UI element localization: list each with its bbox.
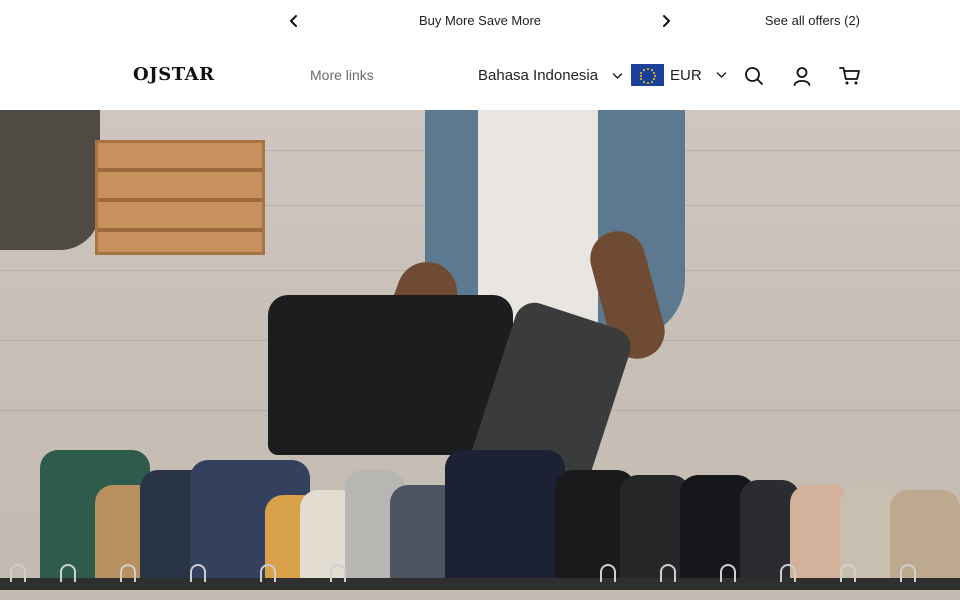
cart-button[interactable] [837,63,863,89]
chevron-down-icon [716,72,726,78]
store-logo[interactable]: OJSTAR [133,64,215,85]
eu-flag-icon [631,64,664,86]
language-label: Bahasa Indonesia [478,67,599,84]
cart-icon [839,67,860,85]
announcement-prev-button[interactable] [283,10,305,32]
announcement-bar: Buy More Save More See all offers (2) [0,0,960,42]
account-button[interactable] [789,63,815,89]
currency-selector[interactable]: EUR [631,64,727,86]
chevron-right-icon [663,15,670,27]
user-icon [793,67,811,86]
search-button[interactable] [741,63,767,89]
announcement-message[interactable]: Buy More Save More [330,13,630,28]
held-black-jacket [268,295,513,455]
hero-image[interactable] [0,110,960,600]
currency-code: EUR [670,66,702,84]
announcement-next-button[interactable] [655,10,677,32]
see-all-offers-link[interactable]: See all offers (2) [765,13,860,28]
clothing-rack [0,440,960,590]
clothes-pile [0,110,100,250]
chevron-left-icon [290,15,297,27]
chevron-down-icon [612,72,623,79]
search-icon [745,67,763,85]
language-selector[interactable]: Bahasa Indonesia [478,67,623,84]
more-links-menu[interactable]: More links [310,67,374,83]
wooden-crates [95,140,265,255]
site-header: OJSTAR More links Bahasa Indonesia EUR [0,42,960,110]
